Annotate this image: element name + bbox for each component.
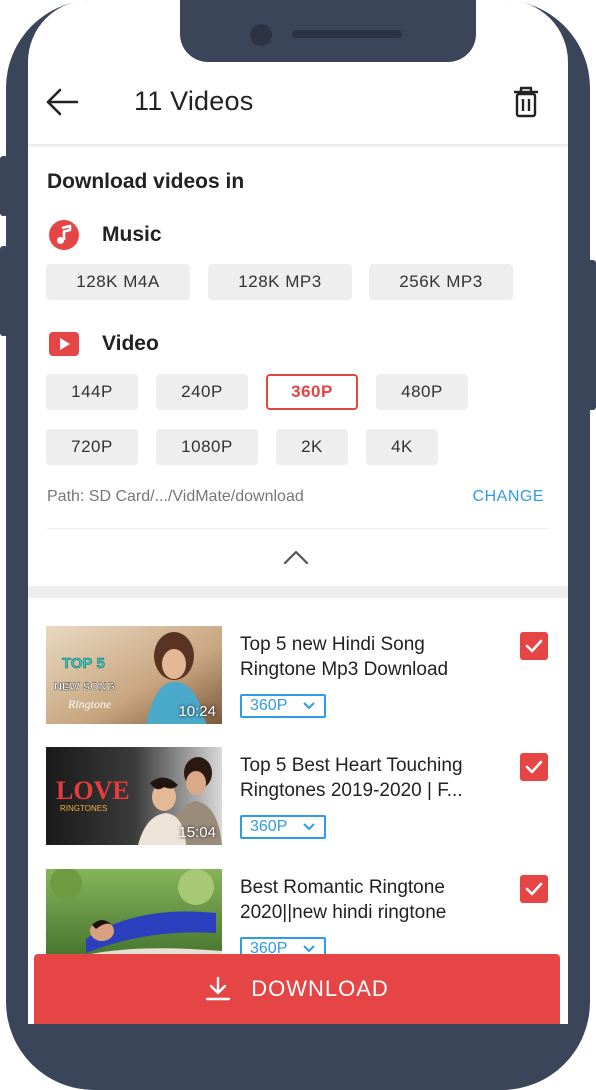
music-note-icon <box>49 220 79 250</box>
quality-chip-720p[interactable]: 720P <box>46 429 138 465</box>
quality-chip-2k[interactable]: 2K <box>276 429 348 465</box>
video-title: Top 5 new Hindi Song Ringtone Mp3 Downlo… <box>240 634 449 680</box>
download-path: Path: SD Card/.../VidMate/download <box>47 488 304 505</box>
video-category: Video <box>48 330 159 358</box>
back-arrow-icon <box>46 88 79 116</box>
quality-chip-360p-selected[interactable]: 360P <box>266 374 358 410</box>
back-button[interactable] <box>42 82 82 122</box>
quality-value: 360P <box>250 818 288 835</box>
video-thumbnail <box>46 869 222 967</box>
trash-icon <box>514 86 538 118</box>
format-chip-128k-mp3[interactable]: 128K MP3 <box>208 264 352 300</box>
chevron-down-icon <box>303 823 315 831</box>
phone-side-button-left-2 <box>0 246 8 336</box>
video-duration: 10:24 <box>178 703 216 720</box>
video-title: Top 5 Best Heart Touching Ringtones 2019… <box>240 755 463 801</box>
app-screen: 11 Videos Download videos in Music 128K … <box>28 0 568 1024</box>
top-app-bar: 11 Videos <box>28 62 568 144</box>
video-quality-dropdown[interactable]: 360P <box>240 694 326 718</box>
quality-chip-144p[interactable]: 144P <box>46 374 138 410</box>
quality-chip-1080p[interactable]: 1080P <box>156 429 258 465</box>
music-category: Music <box>48 219 162 251</box>
video-select-checkbox[interactable] <box>520 875 548 903</box>
page-title: 11 Videos <box>134 86 254 116</box>
quality-chip-4k[interactable]: 4K <box>366 429 438 465</box>
svg-text:Ringtone: Ringtone <box>67 697 112 711</box>
video-list-item[interactable]: LOVE RINGTONES 15:04 Top 5 Best Heart To… <box>46 747 550 845</box>
svg-text:LOVE: LOVE <box>56 776 130 805</box>
download-icon <box>206 976 231 1001</box>
chevron-down-icon <box>303 945 315 953</box>
section-separator <box>28 586 568 598</box>
play-video-icon <box>49 332 79 356</box>
svg-text:NEW SONG: NEW SONG <box>54 681 115 693</box>
video-title: Best Romantic Ringtone 2020||new hindi r… <box>240 877 447 923</box>
music-label: Music <box>102 223 162 246</box>
divider <box>47 528 549 529</box>
checkmark-icon <box>525 639 543 653</box>
checkmark-icon <box>525 882 543 896</box>
video-list-item[interactable]: Best Romantic Ringtone 2020||new hindi r… <box>46 869 550 967</box>
change-path-button[interactable]: CHANGE <box>473 488 544 506</box>
svg-text:RINGTONES: RINGTONES <box>60 804 107 813</box>
collapse-settings-button[interactable] <box>280 544 312 570</box>
download-label: DOWNLOAD <box>251 976 389 1001</box>
delete-button[interactable] <box>506 82 546 122</box>
checkmark-icon <box>525 760 543 774</box>
video-quality-dropdown[interactable]: 360P <box>240 815 326 839</box>
phone-notch <box>180 0 476 62</box>
video-thumbnail: TOP 5 NEW SONG Ringtone 10:24 <box>46 626 222 724</box>
download-format-heading: Download videos in <box>47 170 245 193</box>
quality-chip-480p[interactable]: 480P <box>376 374 468 410</box>
thumbnail-image <box>46 869 222 967</box>
svg-text:TOP 5: TOP 5 <box>62 655 105 672</box>
video-select-checkbox[interactable] <box>520 753 548 781</box>
video-label: Video <box>102 332 159 355</box>
earpiece-speaker <box>292 30 402 38</box>
chevron-up-icon <box>283 550 309 565</box>
format-chip-128k-m4a[interactable]: 128K M4A <box>46 264 190 300</box>
video-select-checkbox[interactable] <box>520 632 548 660</box>
phone-side-button-left <box>0 156 8 216</box>
video-duration: 15:04 <box>178 824 216 841</box>
front-camera <box>250 24 272 46</box>
download-button[interactable]: DOWNLOAD <box>34 954 560 1024</box>
chevron-down-icon <box>303 702 315 710</box>
video-thumbnail: LOVE RINGTONES 15:04 <box>46 747 222 845</box>
quality-chip-240p[interactable]: 240P <box>156 374 248 410</box>
video-list-item[interactable]: TOP 5 NEW SONG Ringtone 10:24 Top 5 new … <box>46 626 550 724</box>
quality-value: 360P <box>250 697 288 714</box>
phone-side-button-right <box>588 260 596 410</box>
format-chip-256k-mp3[interactable]: 256K MP3 <box>369 264 513 300</box>
header-divider <box>28 144 568 148</box>
